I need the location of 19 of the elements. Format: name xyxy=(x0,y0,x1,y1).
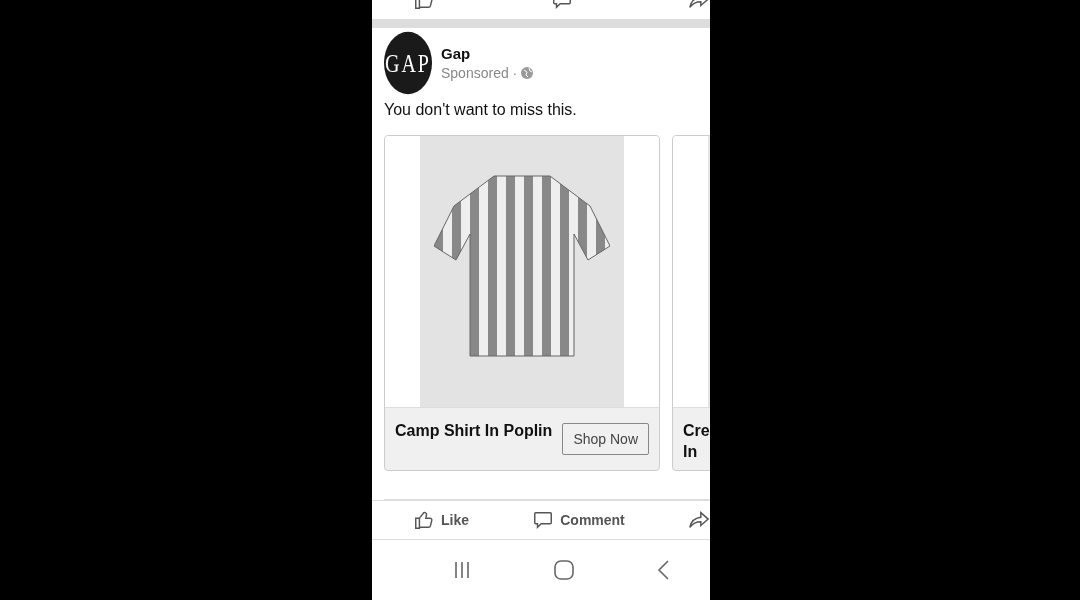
share-button[interactable] xyxy=(688,509,710,531)
product-card[interactable]: Cre In xyxy=(672,135,710,471)
home-icon[interactable] xyxy=(554,560,574,580)
product-title: Camp Shirt In Poplin xyxy=(395,421,553,441)
speech-bubble-icon xyxy=(532,509,555,531)
product-card[interactable]: Camp Shirt In Poplin Shop Now xyxy=(384,135,660,471)
recent-apps-icon[interactable] xyxy=(453,561,472,579)
post-message: You don't want to miss this. xyxy=(384,101,578,119)
comment-button[interactable]: Comment xyxy=(532,509,625,531)
back-icon[interactable] xyxy=(656,560,669,580)
share-arrow-icon xyxy=(688,509,710,531)
globe-icon xyxy=(521,67,534,79)
brand-logo[interactable]: GAP xyxy=(384,31,432,95)
thumbs-up-icon xyxy=(413,509,435,531)
sponsored-label: Sponsored · xyxy=(441,65,518,81)
like-button[interactable]: Like xyxy=(413,509,469,531)
page-name[interactable]: Gap xyxy=(441,45,534,62)
shop-now-button[interactable]: Shop Now xyxy=(562,423,649,455)
product-title: Cre In xyxy=(683,421,710,462)
